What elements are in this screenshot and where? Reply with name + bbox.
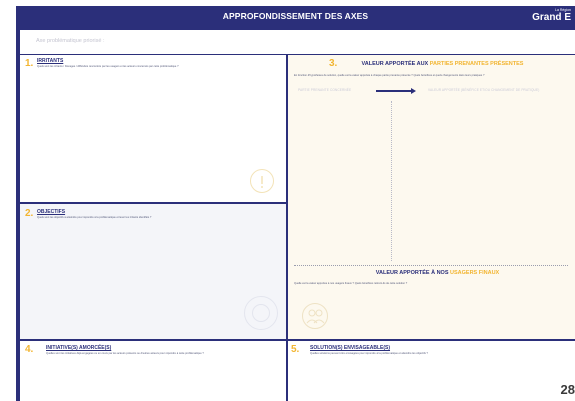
problem-field[interactable]: Axe problématique priorisé : (20, 30, 575, 54)
logo-text: Grand E (532, 12, 571, 23)
solutions-number: 5. (291, 344, 300, 355)
value-column-label: VALEUR APPORTÉE (BÉNÉFICE ET/OU CHANGEME… (428, 88, 540, 92)
valeur-title-prefix: VALEUR APPORTÉE AUX (361, 61, 430, 67)
irritants-title: IRRITANTS (37, 58, 64, 64)
valeur-panel[interactable]: 3. VALEUR APPORTÉE AUX PARTIES PRENANTES… (288, 55, 575, 339)
problem-placeholder: Axe problématique priorisé : (36, 38, 105, 44)
page-title: APPROFONDISSEMENT DES AXES (222, 11, 369, 21)
stakeholder-column-label: PARTIE PRENANTE CONCERNÉE (298, 88, 352, 92)
target-inner-ring (252, 304, 270, 322)
solutions-panel[interactable]: 5. SOLUTION(S) ENVISAGEABLE(S) Quelles s… (288, 341, 575, 401)
irritants-number: 1. (25, 58, 34, 69)
page-number: 28 (558, 382, 575, 397)
objectifs-description: Quels sont les objectifs à atteindre pou… (37, 216, 152, 219)
usagers-title-prefix: VALEUR APPORTÉE À NOS (375, 270, 451, 276)
column-divider (391, 101, 392, 261)
people-icon (302, 303, 328, 329)
usagers-description: Quelle est la valeur apportée à nos usag… (294, 282, 408, 285)
workshop-sheet: APPROFONDISSEMENT DES AXES La Région Gra… (16, 6, 575, 401)
valeur-description: En fonction d'hypothèses de solution, qu… (294, 74, 485, 77)
solutions-title: SOLUTION(S) ENVISAGEABLE(S) (310, 345, 391, 351)
objectifs-panel[interactable]: 2. OBJECTIFS Quels sont les objectifs à … (20, 204, 286, 339)
region-logo: La Région Grand E (532, 8, 571, 23)
valeur-title: VALEUR APPORTÉE AUX PARTIES PRENANTES PR… (288, 61, 575, 67)
arrow-line (376, 90, 412, 92)
arrow-right-icon (411, 88, 416, 94)
initiatives-description: Quelles sont les initiatives déjà engagé… (46, 352, 204, 355)
irritants-panel[interactable]: 1. IRRITANTS Quels sont les irritants / … (20, 55, 286, 202)
usagers-title-highlight: USAGERS FINAUX (450, 270, 500, 276)
initiatives-number: 4. (25, 344, 34, 355)
initiatives-title: INITIATIVE(S) AMORCÉE(S) (46, 345, 112, 351)
valeur-title-highlight: PARTIES PRENANTES PRÉSENTES (429, 61, 524, 67)
header-bar: APPROFONDISSEMENT DES AXES La Région Gra… (16, 6, 575, 28)
section-divider (294, 265, 568, 266)
solutions-description: Quelles solutions peuvent être envisagée… (310, 352, 428, 355)
alert-icon (250, 169, 274, 193)
target-icon (244, 296, 278, 330)
initiatives-panel[interactable]: 4. INITIATIVE(S) AMORCÉE(S) Quelles sont… (20, 341, 286, 401)
objectifs-number: 2. (25, 208, 34, 219)
irritants-description: Quels sont les irritants / blocages / di… (37, 65, 179, 68)
usagers-title: VALEUR APPORTÉE À NOS USAGERS FINAUX (288, 270, 575, 276)
objectifs-title: OBJECTIFS (37, 209, 66, 215)
